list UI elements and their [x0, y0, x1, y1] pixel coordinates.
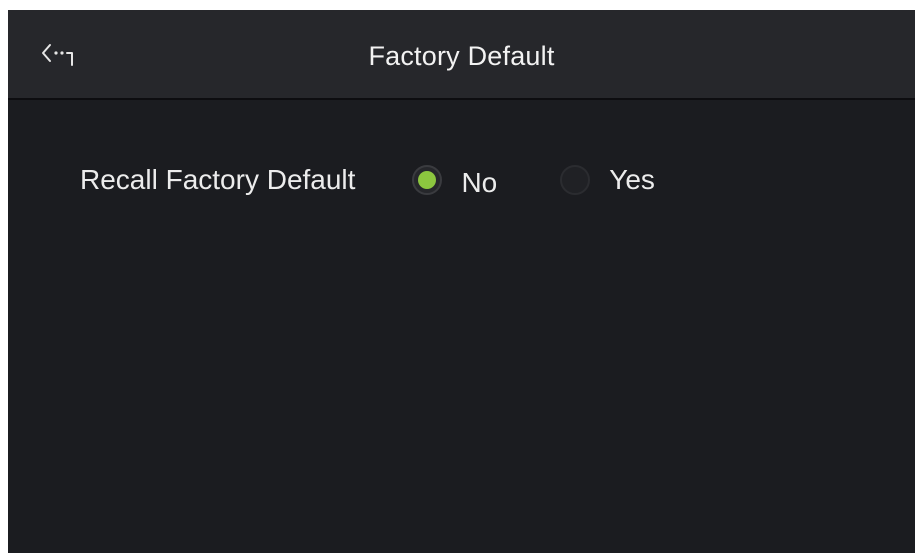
radio-unchecked-icon[interactable] [560, 165, 591, 195]
title-bar: Factory Default [8, 10, 915, 100]
radio-option-yes[interactable]: Yes [560, 160, 655, 200]
page-title: Factory Default [368, 41, 555, 71]
recall-factory-default-row: Recall Factory Default No Yes [80, 160, 655, 200]
recall-factory-default-label: Recall Factory Default [80, 164, 356, 195]
screen: Factory Default Recall Factory Default N… [8, 10, 915, 553]
settings-content: Recall Factory Default No Yes [8, 100, 915, 553]
radio-option-no[interactable]: No [412, 157, 497, 203]
radio-label-no: No [461, 167, 498, 198]
radio-label-yes: Yes [609, 164, 655, 195]
radio-checked-icon[interactable] [412, 165, 443, 195]
